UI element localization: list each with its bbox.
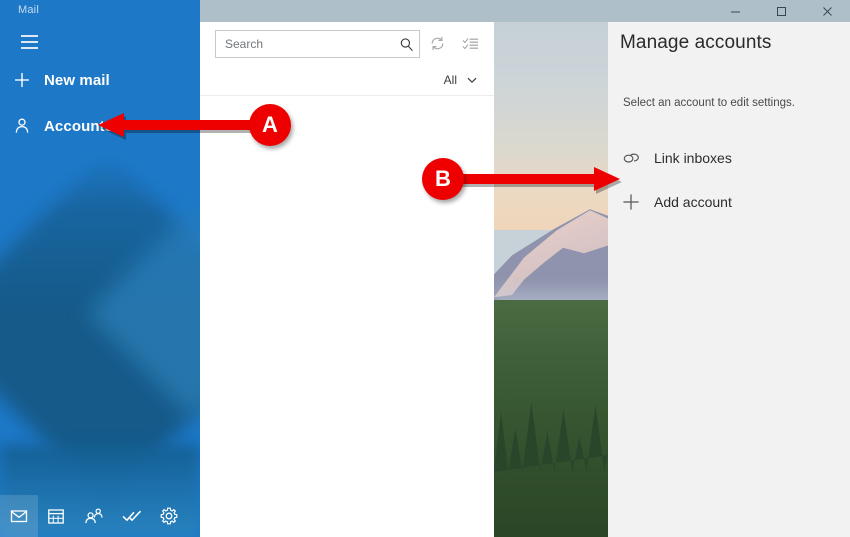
maximize-button[interactable] — [758, 0, 804, 22]
manage-accounts-panel: Manage accounts Select an account to edi… — [608, 22, 850, 537]
sidebar-photo-fade — [0, 150, 200, 537]
selection-mode-icon[interactable] — [457, 30, 483, 56]
mail-app-window: Mail New mail Accounts Search All Manage… — [0, 0, 850, 537]
panel-row-label: Link inboxes — [654, 150, 732, 166]
minimize-icon — [730, 11, 740, 12]
plus-icon — [0, 71, 44, 89]
filter-label: All — [443, 73, 457, 87]
person-icon — [0, 117, 44, 135]
window-controls — [712, 0, 850, 22]
panel-row-add-account[interactable]: Add account — [608, 184, 850, 220]
chevron-down-icon — [466, 74, 478, 86]
sidebar-bottom-bar — [0, 495, 200, 537]
link-inboxes-icon — [608, 148, 654, 168]
sidebar-item-label: New mail — [44, 71, 110, 89]
close-button[interactable] — [804, 0, 850, 22]
maximize-icon — [776, 6, 786, 16]
search-icon[interactable] — [393, 37, 419, 52]
settings-gear-icon[interactable] — [150, 495, 188, 537]
search-input[interactable]: Search — [215, 30, 420, 58]
hamburger-line — [20, 47, 38, 49]
hamburger-line — [20, 35, 38, 37]
navigation-sidebar: Mail New mail Accounts — [0, 0, 200, 537]
sync-icon[interactable] — [424, 30, 450, 56]
search-input-value: Search — [225, 37, 264, 51]
hamburger-menu-icon[interactable] — [8, 27, 50, 57]
panel-title: Manage accounts — [620, 32, 772, 53]
annotation-badge-b: B — [422, 158, 464, 200]
mail-icon[interactable] — [0, 495, 38, 537]
panel-row-label: Add account — [654, 194, 732, 210]
hamburger-line — [20, 41, 38, 43]
sidebar-item-new-mail[interactable]: New mail — [0, 63, 200, 97]
close-icon — [822, 6, 832, 16]
people-icon[interactable] — [75, 495, 113, 537]
todo-icon[interactable] — [113, 495, 151, 537]
panel-subtitle: Select an account to edit settings. — [623, 97, 795, 109]
filter-dropdown[interactable]: All — [200, 68, 494, 92]
annotation-arrow-a — [98, 113, 260, 140]
minimize-button[interactable] — [712, 0, 758, 22]
annotation-badge-a: A — [249, 104, 291, 146]
list-toolbar-divider — [200, 95, 494, 96]
window-titlebar — [200, 0, 850, 22]
message-list-pane: Search All — [200, 0, 494, 537]
annotation-arrow-b — [460, 167, 622, 194]
calendar-icon[interactable] — [38, 495, 76, 537]
panel-row-link-inboxes[interactable]: Link inboxes — [608, 140, 850, 176]
sidebar-background-photo — [0, 150, 200, 537]
app-title: Mail — [18, 4, 39, 16]
